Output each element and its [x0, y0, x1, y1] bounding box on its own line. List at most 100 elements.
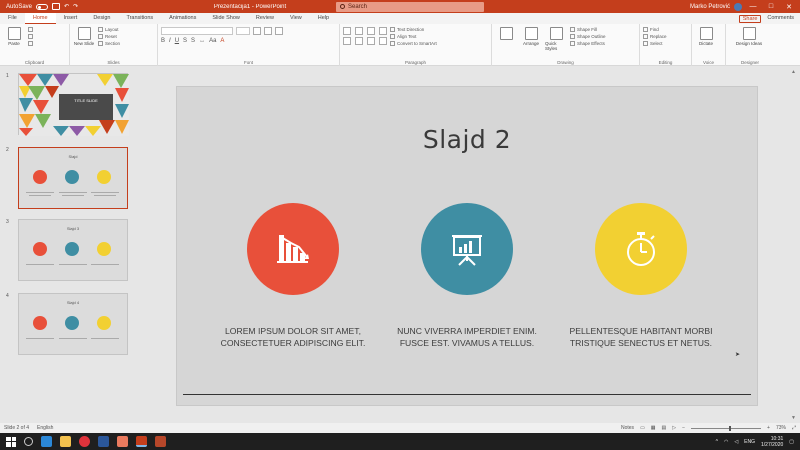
share-button[interactable]: Share [738, 14, 762, 23]
dictate-label: Dictate [698, 41, 713, 46]
search-box[interactable]: Search [336, 1, 484, 12]
font-name-select[interactable] [161, 27, 233, 35]
normal-view-icon[interactable]: ▭ [640, 425, 645, 431]
close-button[interactable]: ✕ [782, 3, 796, 11]
autosave-toggle[interactable] [36, 3, 49, 10]
avatar[interactable] [734, 2, 742, 11]
taskbar-app-icon[interactable] [155, 436, 166, 447]
tab-review[interactable]: Review [248, 13, 282, 24]
indent-more-icon[interactable] [379, 27, 387, 35]
zoom-out-icon[interactable]: − [682, 425, 685, 431]
copy-button[interactable] [28, 34, 33, 39]
taskbar-word-icon[interactable] [98, 436, 109, 447]
bullets-icon[interactable] [343, 27, 351, 35]
reset-button[interactable]: Reset [98, 34, 120, 39]
zoom-in-icon[interactable]: + [767, 425, 770, 431]
taskbar-search-icon[interactable] [24, 437, 33, 446]
align-text-button[interactable]: Align Text [390, 34, 437, 39]
numbering-icon[interactable] [355, 27, 363, 35]
language-indicator[interactable]: English [37, 425, 53, 431]
underline-icon[interactable]: U [175, 38, 179, 44]
tab-transitions[interactable]: Transitions [118, 13, 161, 24]
taskbar-opera-icon[interactable] [79, 436, 90, 447]
tab-slide-show[interactable]: Slide Show [204, 13, 248, 24]
network-icon[interactable]: ◠ [724, 439, 728, 445]
shape-effects-button[interactable]: Shape Effects [570, 41, 606, 46]
keyboard-language[interactable]: ENG [744, 439, 755, 445]
tab-home[interactable]: Home [24, 13, 56, 24]
tab-design[interactable]: Design [85, 13, 118, 24]
minimize-button[interactable]: — [746, 3, 760, 10]
save-icon[interactable] [52, 3, 61, 10]
feature-circle[interactable] [247, 203, 339, 295]
feature-text-line: PELLENTESQUE HABITANT MORBI [569, 326, 713, 336]
fit-slide-icon[interactable]: ⤢ [792, 425, 796, 431]
feature-text[interactable]: PELLENTESQUE HABITANT MORBI TRISTIQUE SE… [541, 325, 741, 349]
text-direction-button[interactable]: Text Direction [390, 27, 437, 32]
zoom-slider-knob[interactable] [729, 425, 732, 431]
feature-text[interactable]: LOREM IPSUM DOLOR SIT AMET, CONSECTETUER… [193, 325, 393, 349]
tab-view[interactable]: View [282, 13, 310, 24]
smartart-button[interactable]: Convert to SmartArt [390, 41, 437, 46]
shrink-font-icon[interactable] [264, 27, 272, 35]
clock[interactable]: 10:31 1/27/2020 [761, 436, 783, 448]
tab-insert[interactable]: Insert [56, 13, 86, 24]
shape-outline-button[interactable]: Shape Outline [570, 34, 606, 39]
taskbar-edge-icon[interactable] [41, 436, 52, 447]
tab-help[interactable]: Help [310, 13, 337, 24]
volume-icon[interactable]: ◁ [734, 439, 738, 445]
align-center-icon[interactable] [355, 37, 363, 45]
highlight-icon[interactable]: A [220, 38, 224, 44]
spacing-icon[interactable]: ↔ [199, 38, 205, 44]
grow-font-icon[interactable] [253, 27, 261, 35]
clear-format-icon[interactable] [275, 27, 283, 35]
layout-button[interactable]: Layout [98, 27, 120, 32]
taskbar-media-icon[interactable] [117, 436, 128, 447]
taskbar-explorer-icon[interactable] [60, 436, 71, 447]
undo-icon[interactable]: ↶ [64, 3, 69, 10]
shape-fill-button[interactable]: Shape Fill [570, 27, 606, 32]
tray-arrow-icon[interactable]: ^ [716, 439, 718, 445]
zoom-slider[interactable] [691, 425, 762, 431]
user-name[interactable]: Marko Petrović [690, 4, 730, 10]
align-left-icon[interactable] [343, 37, 351, 45]
reading-view-icon[interactable]: ▤ [662, 425, 667, 431]
font-size-select[interactable] [236, 27, 250, 35]
slideshow-icon[interactable]: ▷ [672, 425, 676, 431]
indent-less-icon[interactable] [367, 27, 375, 35]
taskbar-powerpoint-icon[interactable] [136, 436, 147, 447]
case-icon[interactable]: Aa [209, 38, 216, 44]
align-right-icon[interactable] [367, 37, 375, 45]
slide-title[interactable]: Slajd 2 [177, 125, 757, 154]
tab-animations[interactable]: Animations [161, 13, 204, 24]
zoom-level[interactable]: 73% [776, 425, 786, 431]
slide-sorter-icon[interactable]: ▦ [651, 425, 656, 431]
shadow-icon[interactable]: S [191, 38, 195, 44]
cut-button[interactable] [28, 27, 33, 32]
replace-button[interactable]: Replace [643, 34, 667, 39]
redo-icon[interactable]: ↷ [73, 3, 78, 10]
clipboard-group: Paste Clipboard [0, 24, 70, 66]
slide-canvas[interactable]: Slajd 2 LOREM IPSUM DOLOR SIT AMET, CONS… [176, 86, 758, 406]
section-button[interactable]: Section [98, 41, 120, 46]
feature-circle[interactable] [595, 203, 687, 295]
bold-icon[interactable]: B [161, 38, 165, 44]
feature-text[interactable]: NUNC VIVERRA IMPERDIET ENIM. FUSCE EST. … [367, 325, 567, 349]
format-painter-button[interactable] [28, 41, 33, 46]
italic-icon[interactable]: I [169, 38, 171, 44]
scroll-up-icon[interactable]: ▲ [791, 69, 796, 75]
vertical-scrollbar[interactable]: ▲ ▼ [789, 67, 800, 423]
notifications-icon[interactable]: ▢ [789, 439, 794, 445]
feature-circle[interactable] [421, 203, 513, 295]
justify-icon[interactable] [379, 37, 387, 45]
notes-button[interactable]: Notes [621, 425, 634, 431]
tab-file[interactable]: File [0, 13, 25, 24]
comments-button[interactable]: Comments [767, 15, 794, 23]
maximize-button[interactable]: □ [764, 3, 778, 10]
ribbon: Paste Clipboard New Slide Layout Reset S… [0, 24, 800, 66]
strikethrough-icon[interactable]: S [183, 38, 187, 44]
scroll-down-icon[interactable]: ▼ [791, 415, 796, 421]
select-button[interactable]: Select [643, 41, 667, 46]
windows-start-icon[interactable] [6, 436, 16, 447]
find-button[interactable]: Find [643, 27, 667, 32]
